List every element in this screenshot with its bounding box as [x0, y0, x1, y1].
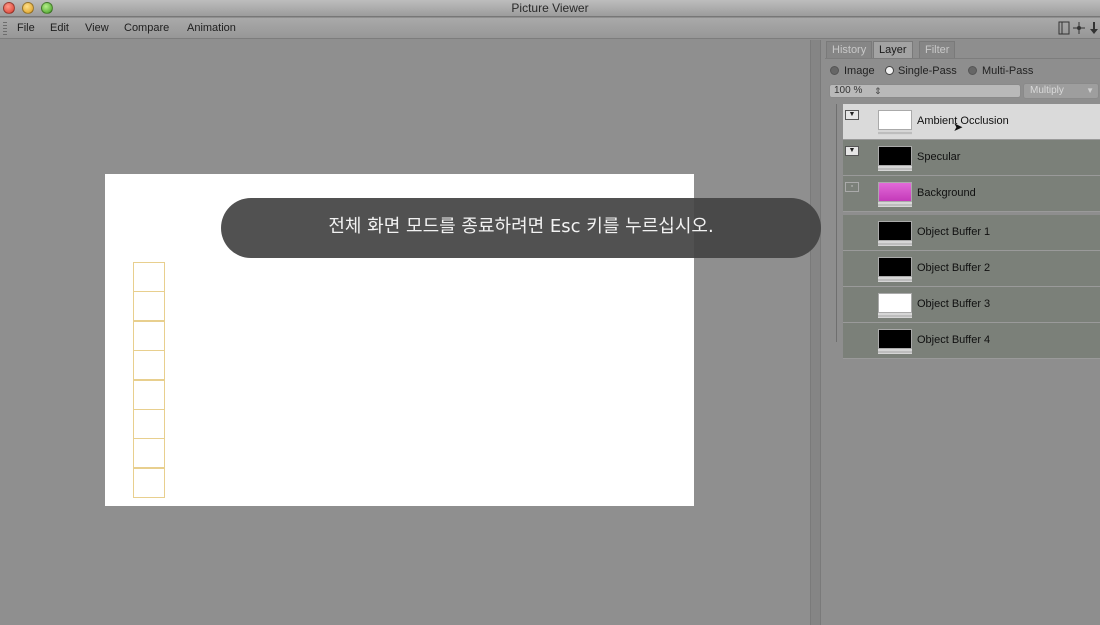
collapsed-toggle-icon[interactable]: ▫ — [845, 182, 859, 192]
layer-thumbnail-strip — [878, 313, 912, 318]
grid-cell — [133, 409, 165, 439]
tab-filter[interactable]: Filter — [919, 41, 956, 58]
layer-thumbnail-strip — [878, 166, 912, 171]
pin-icon[interactable] — [1088, 21, 1100, 35]
fullscreen-exit-notice: 전체 화면 모드를 종료하려면 Esc 키를 누르십시오. — [221, 198, 821, 258]
layer-thumbnail — [878, 257, 912, 277]
grid-cell — [133, 468, 165, 498]
panel-layout-icon[interactable] — [1058, 21, 1070, 35]
layer-row-object-buffer-2[interactable]: Object Buffer 2 — [843, 251, 1100, 287]
layer-name: Object Buffer 4 — [917, 334, 991, 346]
expand-toggle-icon[interactable]: ▼ — [845, 110, 859, 120]
grid-cell — [133, 262, 165, 292]
layer-thumbnail-strip — [878, 241, 912, 246]
radio-single-pass[interactable] — [885, 66, 894, 75]
layer-row-specular[interactable]: ▼ Specular — [843, 140, 1100, 176]
menu-bar: File Edit View Compare Animation — [0, 18, 1100, 39]
menu-view[interactable]: View — [85, 22, 109, 34]
layer-name: Background — [917, 187, 976, 199]
radio-single-pass-label: Single-Pass — [898, 65, 957, 77]
layer-thumbnail-strip — [878, 277, 912, 282]
blend-mode-value: Multiply — [1030, 85, 1064, 96]
opacity-value: 100 % — [834, 85, 863, 96]
layer-row-object-buffer-3[interactable]: Object Buffer 3 — [843, 287, 1100, 323]
image-viewer-area[interactable] — [0, 40, 810, 625]
layer-row-background[interactable]: ▫ Background — [843, 176, 1100, 212]
layer-thumbnail-strip — [878, 202, 912, 207]
layer-thumbnail — [878, 182, 912, 202]
radio-image-label: Image — [844, 65, 875, 77]
radio-multi-pass-label: Multi-Pass — [982, 65, 1034, 77]
menu-edit[interactable]: Edit — [50, 22, 69, 34]
radio-multi-pass[interactable] — [968, 66, 977, 75]
grid-cell — [133, 350, 165, 380]
layer-row-ambient-occlusion[interactable]: ▼ Ambient Occlusion ➤ — [843, 104, 1100, 140]
expand-toggle-icon[interactable]: ▼ — [845, 146, 859, 156]
layer-name: Object Buffer 3 — [917, 298, 991, 310]
layer-thumbnail — [878, 293, 912, 313]
blend-mode-select[interactable]: Multiply ▼ — [1023, 83, 1099, 99]
radio-image[interactable] — [830, 66, 839, 75]
layer-thumbnail — [878, 329, 912, 349]
title-bar: Picture Viewer — [0, 0, 1100, 17]
layer-thumbnail — [878, 110, 912, 130]
grid-cell — [133, 291, 165, 321]
layer-name: Object Buffer 2 — [917, 262, 991, 274]
render-mode-group: Image Single-Pass Multi-Pass — [829, 65, 1099, 79]
mouse-cursor-icon: ➤ — [953, 120, 964, 134]
layer-name: Specular — [917, 151, 961, 163]
move-icon[interactable] — [1073, 21, 1085, 35]
window-title: Picture Viewer — [511, 1, 589, 15]
layer-row-object-buffer-4[interactable]: Object Buffer 4 — [843, 323, 1100, 359]
tab-layer[interactable]: Layer — [873, 41, 913, 58]
grip-handle-icon[interactable] — [3, 22, 7, 35]
layer-thumbnail — [878, 221, 912, 241]
grid-cell — [133, 321, 165, 351]
layer-thumbnail — [878, 146, 912, 166]
tab-history[interactable]: History — [826, 41, 873, 58]
layer-panel: History Layer Filter Image Single-Pass M… — [821, 40, 1100, 625]
layer-row-object-buffer-1[interactable]: Object Buffer 1 — [843, 215, 1100, 251]
grid-cell — [133, 438, 165, 468]
menu-file[interactable]: File — [17, 22, 35, 34]
opacity-stepper-icon[interactable]: ⇕ — [874, 85, 882, 97]
panel-splitter[interactable] — [810, 40, 821, 625]
chevron-down-icon: ▼ — [1086, 86, 1094, 95]
menu-compare[interactable]: Compare — [124, 22, 169, 34]
layer-name: Object Buffer 1 — [917, 226, 991, 238]
layer-thumbnail-strip — [878, 349, 912, 354]
opacity-field[interactable]: 100 % ⇕ — [829, 84, 1021, 98]
layer-tree-line — [836, 104, 837, 342]
layer-thumbnail-strip — [878, 130, 912, 135]
tab-divider — [825, 58, 1100, 59]
menu-animation[interactable]: Animation — [187, 22, 236, 34]
grid-cell — [133, 380, 165, 410]
